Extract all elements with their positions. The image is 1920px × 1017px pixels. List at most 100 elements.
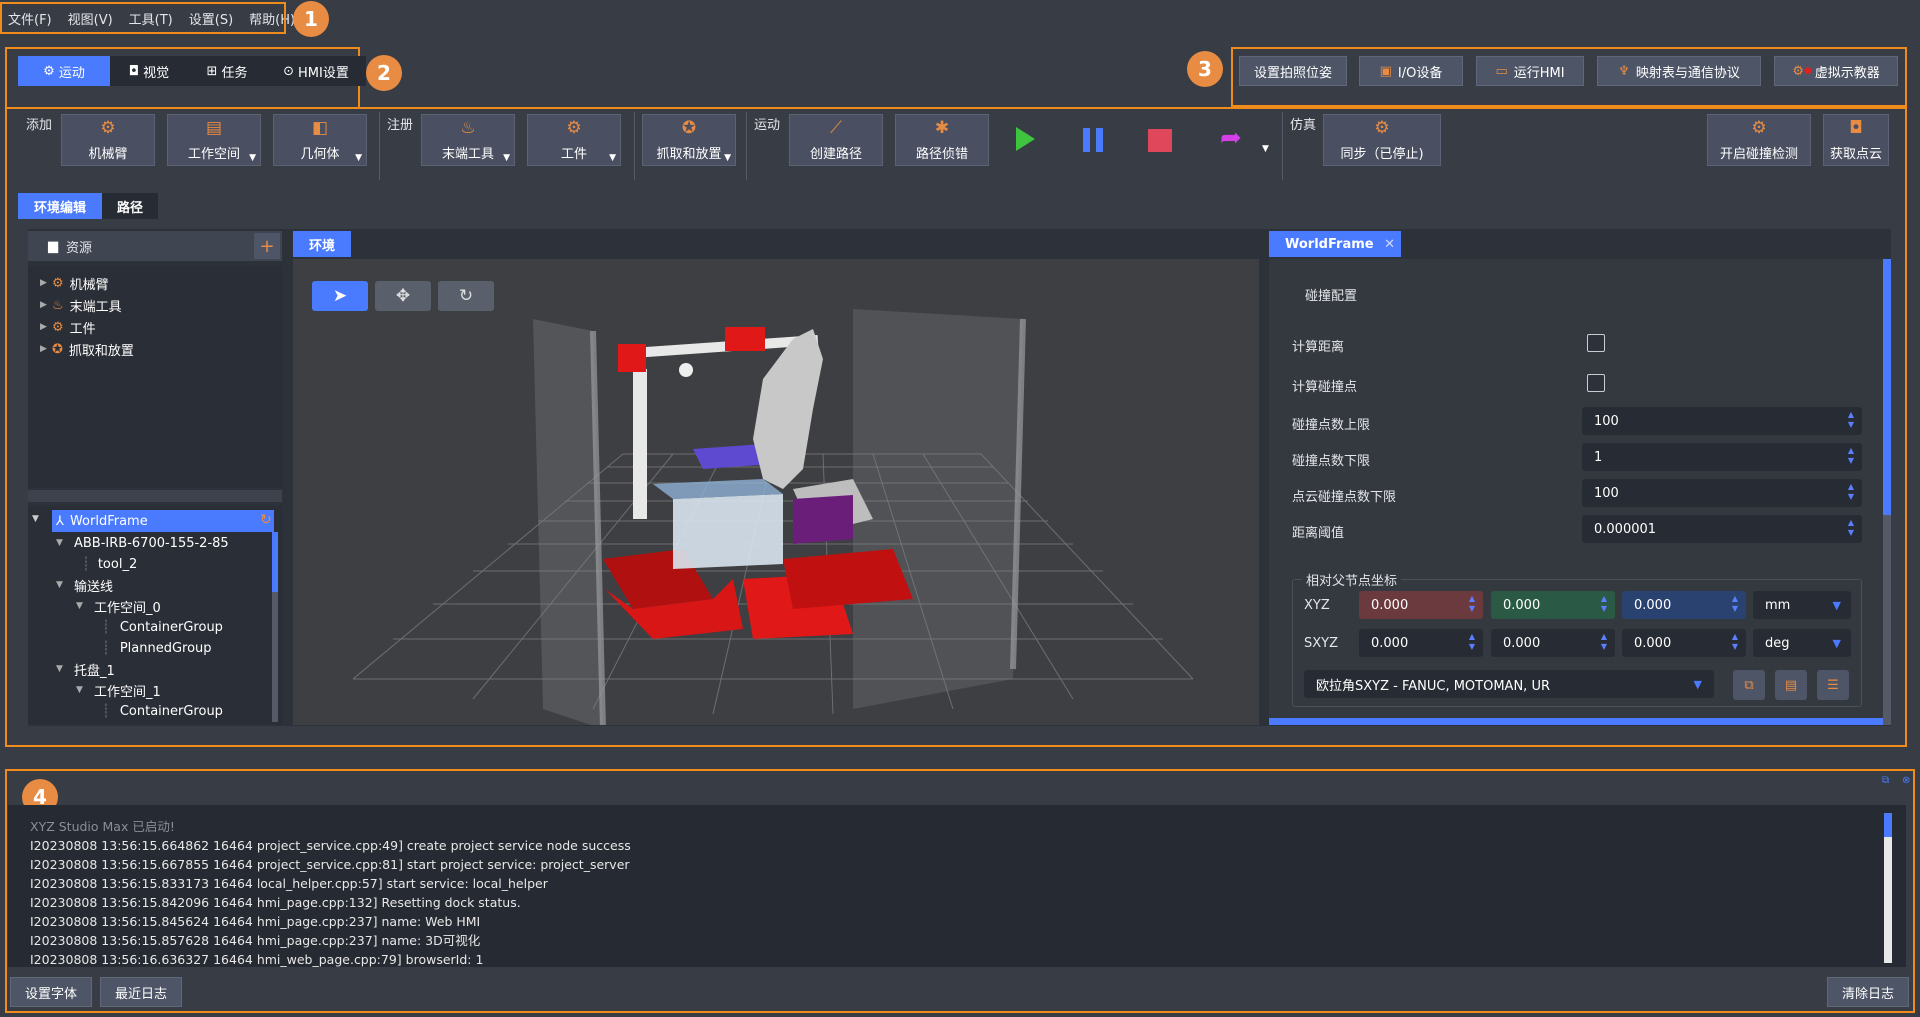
- scene-render: [352, 309, 1194, 725]
- virtual-teach-pendant-button[interactable]: ⚙ ● 虚拟示教器: [1774, 56, 1898, 86]
- threshold-input[interactable]: 0.000001 ▲ ▼: [1582, 515, 1862, 543]
- tab-worldframe[interactable]: WorldFrame ✕: [1269, 231, 1401, 257]
- resources-header: ▆ 资源: [28, 231, 282, 261]
- paste-icon[interactable]: ▤: [1775, 670, 1807, 700]
- recent-log-button[interactable]: 最近日志: [100, 977, 182, 1007]
- tab-environment[interactable]: 环境: [293, 231, 351, 257]
- sync-button[interactable]: ⚙ 同步（已停止): [1323, 114, 1441, 166]
- log-line: I20230808 13:56:16.636327 16464 hmi_web_…: [30, 952, 484, 967]
- badge-1: 1: [293, 1, 329, 37]
- select-tool-icon[interactable]: ➤: [312, 281, 368, 311]
- tree-node-container-group-2[interactable]: ┊ ContainerGroup: [102, 700, 223, 722]
- menu-icon[interactable]: ☰: [1817, 670, 1849, 700]
- euler-select[interactable]: 欧拉角SXYZ - FANUC, MOTOMAN, UR ▼: [1304, 670, 1714, 698]
- get-point-cloud-button[interactable]: ◘ 获取点云: [1823, 114, 1889, 166]
- log-scrollbar[interactable]: [1884, 813, 1892, 963]
- sx-input[interactable]: 0.000 ▲ ▼: [1359, 629, 1483, 657]
- path-debug-button[interactable]: ✱ 路径侦错: [895, 114, 989, 166]
- property-scrollbar[interactable]: [1883, 259, 1891, 725]
- resource-item-workpiece[interactable]: ▶ ⚙ 工件: [40, 316, 282, 338]
- tab-env-edit[interactable]: 环境编辑: [18, 193, 102, 219]
- close-icon[interactable]: ⊗: [1902, 775, 1910, 786]
- sy-input[interactable]: 0.000 ▲ ▼: [1491, 629, 1615, 657]
- redirect-icon[interactable]: ➦: [1220, 124, 1242, 152]
- log-line: I20230808 13:56:15.857628 16464 hmi_page…: [30, 933, 481, 948]
- add-workspace-button[interactable]: ▤ 工作空间 ▼: [167, 114, 261, 166]
- workspace-icon: ▤: [205, 117, 223, 138]
- add-geometry-button[interactable]: ◧ 几何体 ▼: [273, 114, 367, 166]
- coord-title: 相对父节点坐标: [1302, 570, 1402, 589]
- chevron-down-icon: ▼: [249, 153, 256, 163]
- tab-motion[interactable]: ⚙ 运动: [18, 56, 110, 86]
- play-circle-icon: ⊙: [283, 63, 295, 79]
- sxyz-unit-select[interactable]: deg ▼: [1753, 629, 1851, 657]
- pause-icon[interactable]: [1083, 128, 1105, 152]
- register-pick-place-button[interactable]: ✪ 抓取和放置 ▼: [642, 114, 736, 166]
- chevron-down-icon: ▼: [1693, 677, 1702, 691]
- threshold-label: 距离阈值: [1292, 526, 1345, 541]
- resource-item-tool[interactable]: ▶ ♨ 末端工具: [40, 294, 282, 316]
- refresh-icon[interactable]: ↻: [260, 512, 272, 528]
- add-robot-arm-button[interactable]: ⚙ 机械臂: [61, 114, 155, 166]
- sxyz-label: SXYZ: [1304, 636, 1339, 651]
- sub-tabs: 环境编辑 路径: [18, 193, 158, 219]
- tab-vision[interactable]: ◘ 视觉: [110, 56, 188, 86]
- path-icon: ⟋: [830, 117, 842, 138]
- move-tool-icon[interactable]: ✥: [375, 281, 431, 311]
- x-input[interactable]: 0.000 ▲ ▼: [1359, 591, 1483, 619]
- create-path-button[interactable]: ⟋ 创建路径: [789, 114, 883, 166]
- close-icon[interactable]: ✕: [1384, 237, 1395, 252]
- stop-icon[interactable]: [1148, 129, 1172, 152]
- property-hscrollbar[interactable]: [1269, 718, 1883, 725]
- collision-detect-button[interactable]: ⚙ 开启碰撞检测: [1707, 114, 1811, 166]
- register-tool-button[interactable]: ♨ 末端工具 ▼: [421, 114, 515, 166]
- set-font-button[interactable]: 设置字体: [10, 977, 92, 1007]
- tab-task[interactable]: ⊞ 任务: [188, 56, 266, 86]
- splitter[interactable]: [28, 490, 282, 502]
- tree-node-conveyor[interactable]: ▼ 输送线: [56, 574, 113, 596]
- min-points-input[interactable]: 1 ▲ ▼: [1582, 443, 1862, 471]
- flow-icon: ⊞: [206, 63, 218, 79]
- resources-title: 资源: [66, 240, 93, 256]
- expand-icon[interactable]: ▼: [32, 514, 39, 524]
- pick-place-icon: ✪: [681, 117, 697, 138]
- tree-scrollbar[interactable]: [272, 532, 278, 722]
- add-resource-button[interactable]: +: [254, 233, 280, 259]
- z-input[interactable]: 0.000 ▲ ▼: [1622, 591, 1746, 619]
- calc-points-checkbox[interactable]: [1587, 374, 1605, 392]
- tree-node-workspace1[interactable]: ▼ 工作空间_1: [76, 679, 161, 701]
- chevron-down-icon[interactable]: ▼: [1262, 144, 1269, 154]
- frame-icon: ⅄: [56, 513, 64, 529]
- tree-node-pallet[interactable]: ▼ 托盘_1: [56, 658, 115, 680]
- tree-node-container-group[interactable]: ┊ ContainerGroup: [102, 616, 223, 638]
- y-input[interactable]: 0.000 ▲ ▼: [1491, 591, 1615, 619]
- tree-node-robot[interactable]: ▼ ABB-IRB-6700-155-2-85: [56, 532, 229, 554]
- max-points-input[interactable]: 100 ▲ ▼: [1582, 407, 1862, 435]
- calc-distance-checkbox[interactable]: [1587, 334, 1605, 352]
- resource-item-pick-place[interactable]: ▶ ✪ 抓取和放置: [40, 338, 282, 360]
- tree-node-planned-group[interactable]: ┊ PlannedGroup: [102, 637, 212, 659]
- clear-log-button[interactable]: 清除日志: [1827, 977, 1909, 1007]
- xyz-unit-select[interactable]: mm ▼: [1753, 591, 1851, 619]
- run-hmi-button[interactable]: ▭ 运行HMI: [1476, 56, 1584, 86]
- register-workpiece-button[interactable]: ⚙ 工件 ▼: [527, 114, 621, 166]
- tab-path[interactable]: 路径: [102, 193, 158, 219]
- tree-node-worldframe[interactable]: ⅄ WorldFrame: [52, 510, 274, 532]
- mapping-protocol-button[interactable]: ♆ 映射表与通信协议: [1597, 56, 1761, 86]
- io-device-button[interactable]: ▣ I/O设备: [1359, 56, 1463, 86]
- tree-node-tool[interactable]: ┊ tool_2: [82, 553, 137, 575]
- toolbar-divider: [1282, 112, 1283, 180]
- float-icon[interactable]: ⧉: [1882, 775, 1889, 786]
- cloud-min-input[interactable]: 100 ▲ ▼: [1582, 479, 1862, 507]
- copy-icon[interactable]: ⧉: [1733, 670, 1765, 700]
- 3d-viewport[interactable]: ➤ ✥ ↻: [293, 259, 1259, 725]
- rotate-tool-icon[interactable]: ↻: [438, 281, 494, 311]
- tree-node-workspace0[interactable]: ▼ 工作空间_0: [76, 595, 161, 617]
- min-points-label: 碰撞点数下限: [1292, 454, 1371, 469]
- menu-bar: 文件(F) 视图(V) 工具(T) 设置(S) 帮助(H): [0, 0, 1920, 36]
- sz-input[interactable]: 0.000 ▲ ▼: [1622, 629, 1746, 657]
- play-icon[interactable]: [1016, 127, 1035, 151]
- tab-hmi-settings[interactable]: ⊙ HMI设置: [266, 56, 366, 86]
- set-photo-pose-button[interactable]: 设置拍照位姿: [1239, 56, 1347, 86]
- resource-item-robot-arm[interactable]: ▶ ⚙ 机械臂: [40, 272, 282, 294]
